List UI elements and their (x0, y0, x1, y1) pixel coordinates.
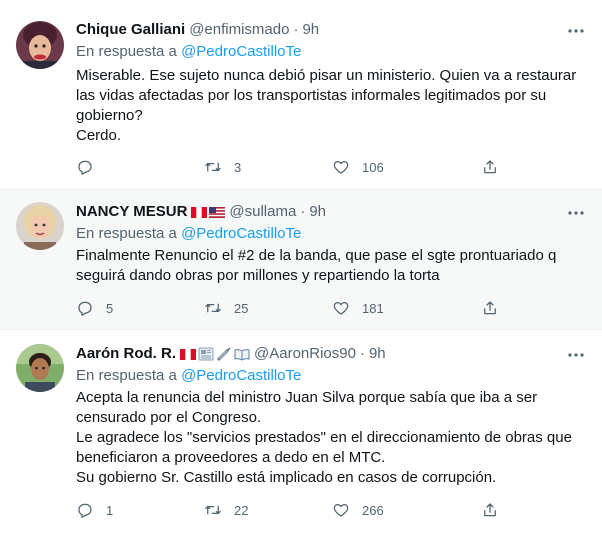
reply-icon (78, 160, 92, 175)
reply-icon (78, 503, 92, 518)
tweet-text: Acepta la renuncia del ministro Juan Sil… (76, 388, 581, 488)
reply-context: En respuesta a @PedroCastilloTe (76, 42, 301, 62)
tweet-text: Miserable. Ese sujeto nunca debió pisar … (76, 66, 581, 146)
retweet-button[interactable]: 3 (204, 157, 241, 177)
reply-to-link[interactable]: @PedroCastilloTe (181, 367, 301, 384)
tweet-line: Finalmente Renuncio el #2 de la banda, q… (76, 247, 557, 264)
display-name[interactable]: NANCY MESUR (76, 202, 187, 222)
tweet-line: gobierno? (76, 107, 143, 124)
display-name[interactable]: Chique Galliani (76, 20, 185, 40)
like-count: 106 (362, 159, 384, 175)
reply-context: En respuesta a @PedroCastilloTe (76, 224, 301, 244)
syringe-icon (217, 347, 231, 361)
retweet-icon (205, 162, 221, 172)
tweet-actions: 3 106 (76, 157, 496, 177)
retweet-icon (205, 505, 221, 515)
tweet-feed: Chique Galliani @enfimismado · 9h En res… (0, 0, 602, 536)
like-count: 266 (362, 502, 384, 518)
tweet-text: Finalmente Renuncio el #2 de la banda, q… (76, 246, 581, 286)
share-icon (484, 503, 496, 517)
more-icon[interactable] (566, 345, 586, 365)
newspaper-icon (198, 347, 214, 361)
retweet-count: 3 (234, 159, 242, 175)
retweet-icon (205, 303, 221, 313)
like-button[interactable]: 181 (332, 298, 384, 318)
tweet-actions: 1 22 266 (76, 500, 496, 520)
tweet-header: NANCY MESUR @sullama · 9h (76, 202, 586, 222)
separator-dot: · (293, 21, 299, 38)
reply-count: 1 (106, 502, 114, 518)
separator-dot: · (300, 203, 306, 220)
tweet[interactable]: Aarón Rod. R. @AaronRios90 · 9h En respu… (0, 330, 602, 536)
user-handle[interactable]: @enfimismado (189, 20, 289, 40)
reply-button[interactable]: 5 (76, 298, 113, 318)
avatar[interactable] (16, 21, 64, 69)
peru-flag-icon (180, 348, 196, 360)
like-count: 181 (362, 300, 384, 316)
tweet-line: seguirá dando obras por millones y repar… (76, 267, 440, 284)
reply-count: 5 (106, 300, 114, 316)
tweet[interactable]: NANCY MESUR @sullama · 9h En respuesta a… (0, 190, 602, 330)
user-handle[interactable]: @AaronRios90 (254, 344, 356, 364)
tweet-line: Cerdo. (76, 127, 122, 144)
share-button[interactable] (481, 500, 499, 520)
reply-icon (78, 301, 92, 316)
retweet-count: 22 (234, 502, 249, 518)
reply-prefix: En respuesta a (76, 43, 177, 60)
tweet-header: Aarón Rod. R. @AaronRios90 · 9h (76, 344, 586, 364)
tweet-line: las vidas afectadas por los transportist… (76, 87, 547, 104)
retweet-button[interactable]: 25 (204, 298, 248, 318)
open-book-icon (234, 349, 250, 361)
peru-flag-icon (191, 206, 208, 218)
user-handle[interactable]: @sullama (229, 202, 296, 222)
separator-dot: · (359, 345, 365, 362)
us-flag-icon (209, 206, 226, 218)
tweet-line: Miserable. Ese sujeto nunca debió pisar … (76, 67, 577, 84)
retweet-button[interactable]: 22 (204, 500, 248, 520)
timestamp[interactable]: 9h (309, 202, 326, 222)
avatar[interactable] (16, 344, 64, 392)
tweet-actions: 5 25 181 (76, 298, 496, 318)
reply-button[interactable] (76, 157, 106, 177)
more-icon[interactable] (566, 21, 586, 41)
share-button[interactable] (481, 298, 499, 318)
display-name[interactable]: Aarón Rod. R. (76, 344, 176, 364)
reply-to-link[interactable]: @PedroCastilloTe (181, 43, 301, 60)
reply-context: En respuesta a @PedroCastilloTe (76, 366, 301, 386)
retweet-count: 25 (234, 300, 249, 316)
more-icon[interactable] (566, 203, 586, 223)
like-icon (333, 160, 349, 174)
share-icon (484, 301, 496, 315)
tweet-line: censurado por el Congreso. (76, 409, 262, 426)
share-button[interactable] (481, 157, 499, 177)
reply-prefix: En respuesta a (76, 367, 177, 384)
share-icon (484, 160, 496, 174)
reply-prefix: En respuesta a (76, 225, 177, 242)
like-button[interactable]: 266 (332, 500, 384, 520)
timestamp[interactable]: 9h (302, 20, 319, 40)
tweet-line: Su gobierno Sr. Castillo está implicado … (76, 469, 497, 486)
like-icon (333, 503, 349, 517)
like-button[interactable]: 106 (332, 157, 384, 177)
tweet-line: beneficiaron a proveedores a dedo en el … (76, 449, 386, 466)
tweet[interactable]: Chique Galliani @enfimismado · 9h En res… (0, 0, 602, 190)
avatar[interactable] (16, 202, 64, 250)
timestamp[interactable]: 9h (369, 344, 386, 364)
tweet-header: Chique Galliani @enfimismado · 9h (76, 20, 586, 40)
reply-button[interactable]: 1 (76, 500, 113, 520)
reply-to-link[interactable]: @PedroCastilloTe (181, 225, 301, 242)
like-icon (333, 301, 349, 315)
tweet-line: Le agradece los "servicios prestados" en… (76, 429, 572, 446)
tweet-line: Acepta la renuncia del ministro Juan Sil… (76, 389, 538, 406)
